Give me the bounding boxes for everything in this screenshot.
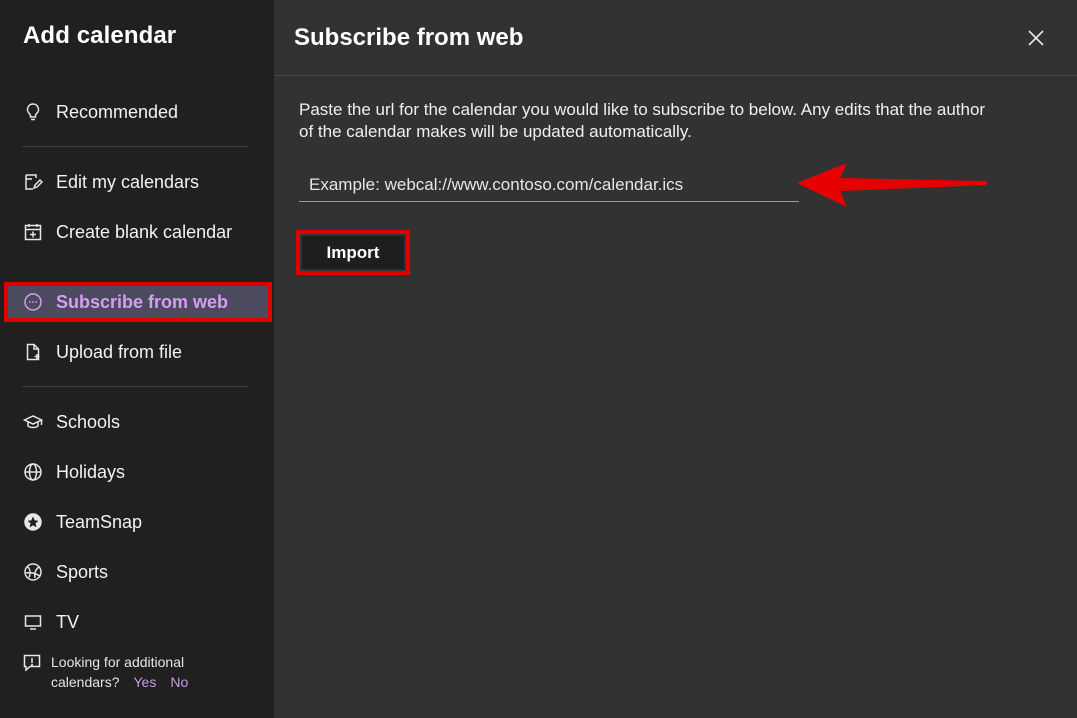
sidebar-item-label: Sports <box>56 561 109 582</box>
sidebar-item-label: Recommended <box>56 101 179 122</box>
feedback-no-link[interactable]: No <box>170 674 188 690</box>
file-upload-icon <box>22 341 44 363</box>
sidebar-item-teamsnap[interactable]: TeamSnap <box>0 500 274 544</box>
tv-icon <box>22 611 44 633</box>
edit-icon <box>22 171 44 193</box>
graduation-cap-icon <box>22 411 44 433</box>
close-button[interactable] <box>1025 27 1047 49</box>
globe-icon <box>22 461 44 483</box>
sidebar-divider <box>22 146 248 147</box>
subscribe-description: Paste the url for the calendar you would… <box>299 100 986 141</box>
sidebar-item-upload-from-file[interactable]: Upload from file <box>0 330 274 374</box>
sidebar-item-recommended[interactable]: Recommended <box>0 90 274 134</box>
sidebar-item-label: Create blank calendar <box>56 221 233 242</box>
sidebar-item-label: Upload from file <box>56 341 183 362</box>
feedback-yes-link[interactable]: Yes <box>134 674 157 690</box>
sports-ball-icon <box>22 561 44 583</box>
web-link-icon <box>22 291 44 313</box>
sidebar-item-label: Schools <box>56 411 121 432</box>
sidebar-item-label: Edit my calendars <box>56 171 200 192</box>
sidebar-title: Add calendar <box>23 22 177 49</box>
panel-title: Subscribe from web <box>294 24 524 51</box>
sidebar-item-create-blank-calendar[interactable]: Create blank calendar <box>0 210 274 254</box>
feedback-text-line2: calendars? <box>51 674 120 690</box>
sidebar-item-label: Holidays <box>56 461 126 482</box>
lightbulb-icon <box>22 101 44 123</box>
teamsnap-icon <box>22 511 44 533</box>
sidebar-item-holidays[interactable]: Holidays <box>0 450 274 494</box>
feedback-text-line1: Looking for additional <box>51 654 185 670</box>
import-button[interactable]: Import <box>302 236 404 269</box>
sidebar-item-label: Subscribe from web <box>56 291 229 312</box>
annotation-arrow-icon <box>797 163 987 207</box>
sidebar: Add calendar Recommended Edit my calenda… <box>0 0 274 718</box>
sidebar-item-tv[interactable]: TV <box>0 600 274 644</box>
import-highlight: Import <box>296 230 410 275</box>
calendar-add-icon <box>22 221 44 243</box>
feedback-icon <box>22 653 42 673</box>
sidebar-item-subscribe-from-web[interactable]: Subscribe from web <box>0 280 274 324</box>
sidebar-item-label: TeamSnap <box>56 511 143 532</box>
sidebar-item-schools[interactable]: Schools <box>0 400 274 444</box>
close-icon <box>1028 30 1044 46</box>
sidebar-item-edit-my-calendars[interactable]: Edit my calendars <box>0 160 274 204</box>
panel-header: Subscribe from web <box>274 0 1077 76</box>
calendar-url-input[interactable] <box>299 169 799 202</box>
sidebar-item-sports[interactable]: Sports <box>0 550 274 594</box>
sidebar-item-label: TV <box>56 611 80 632</box>
sidebar-divider <box>22 386 248 387</box>
